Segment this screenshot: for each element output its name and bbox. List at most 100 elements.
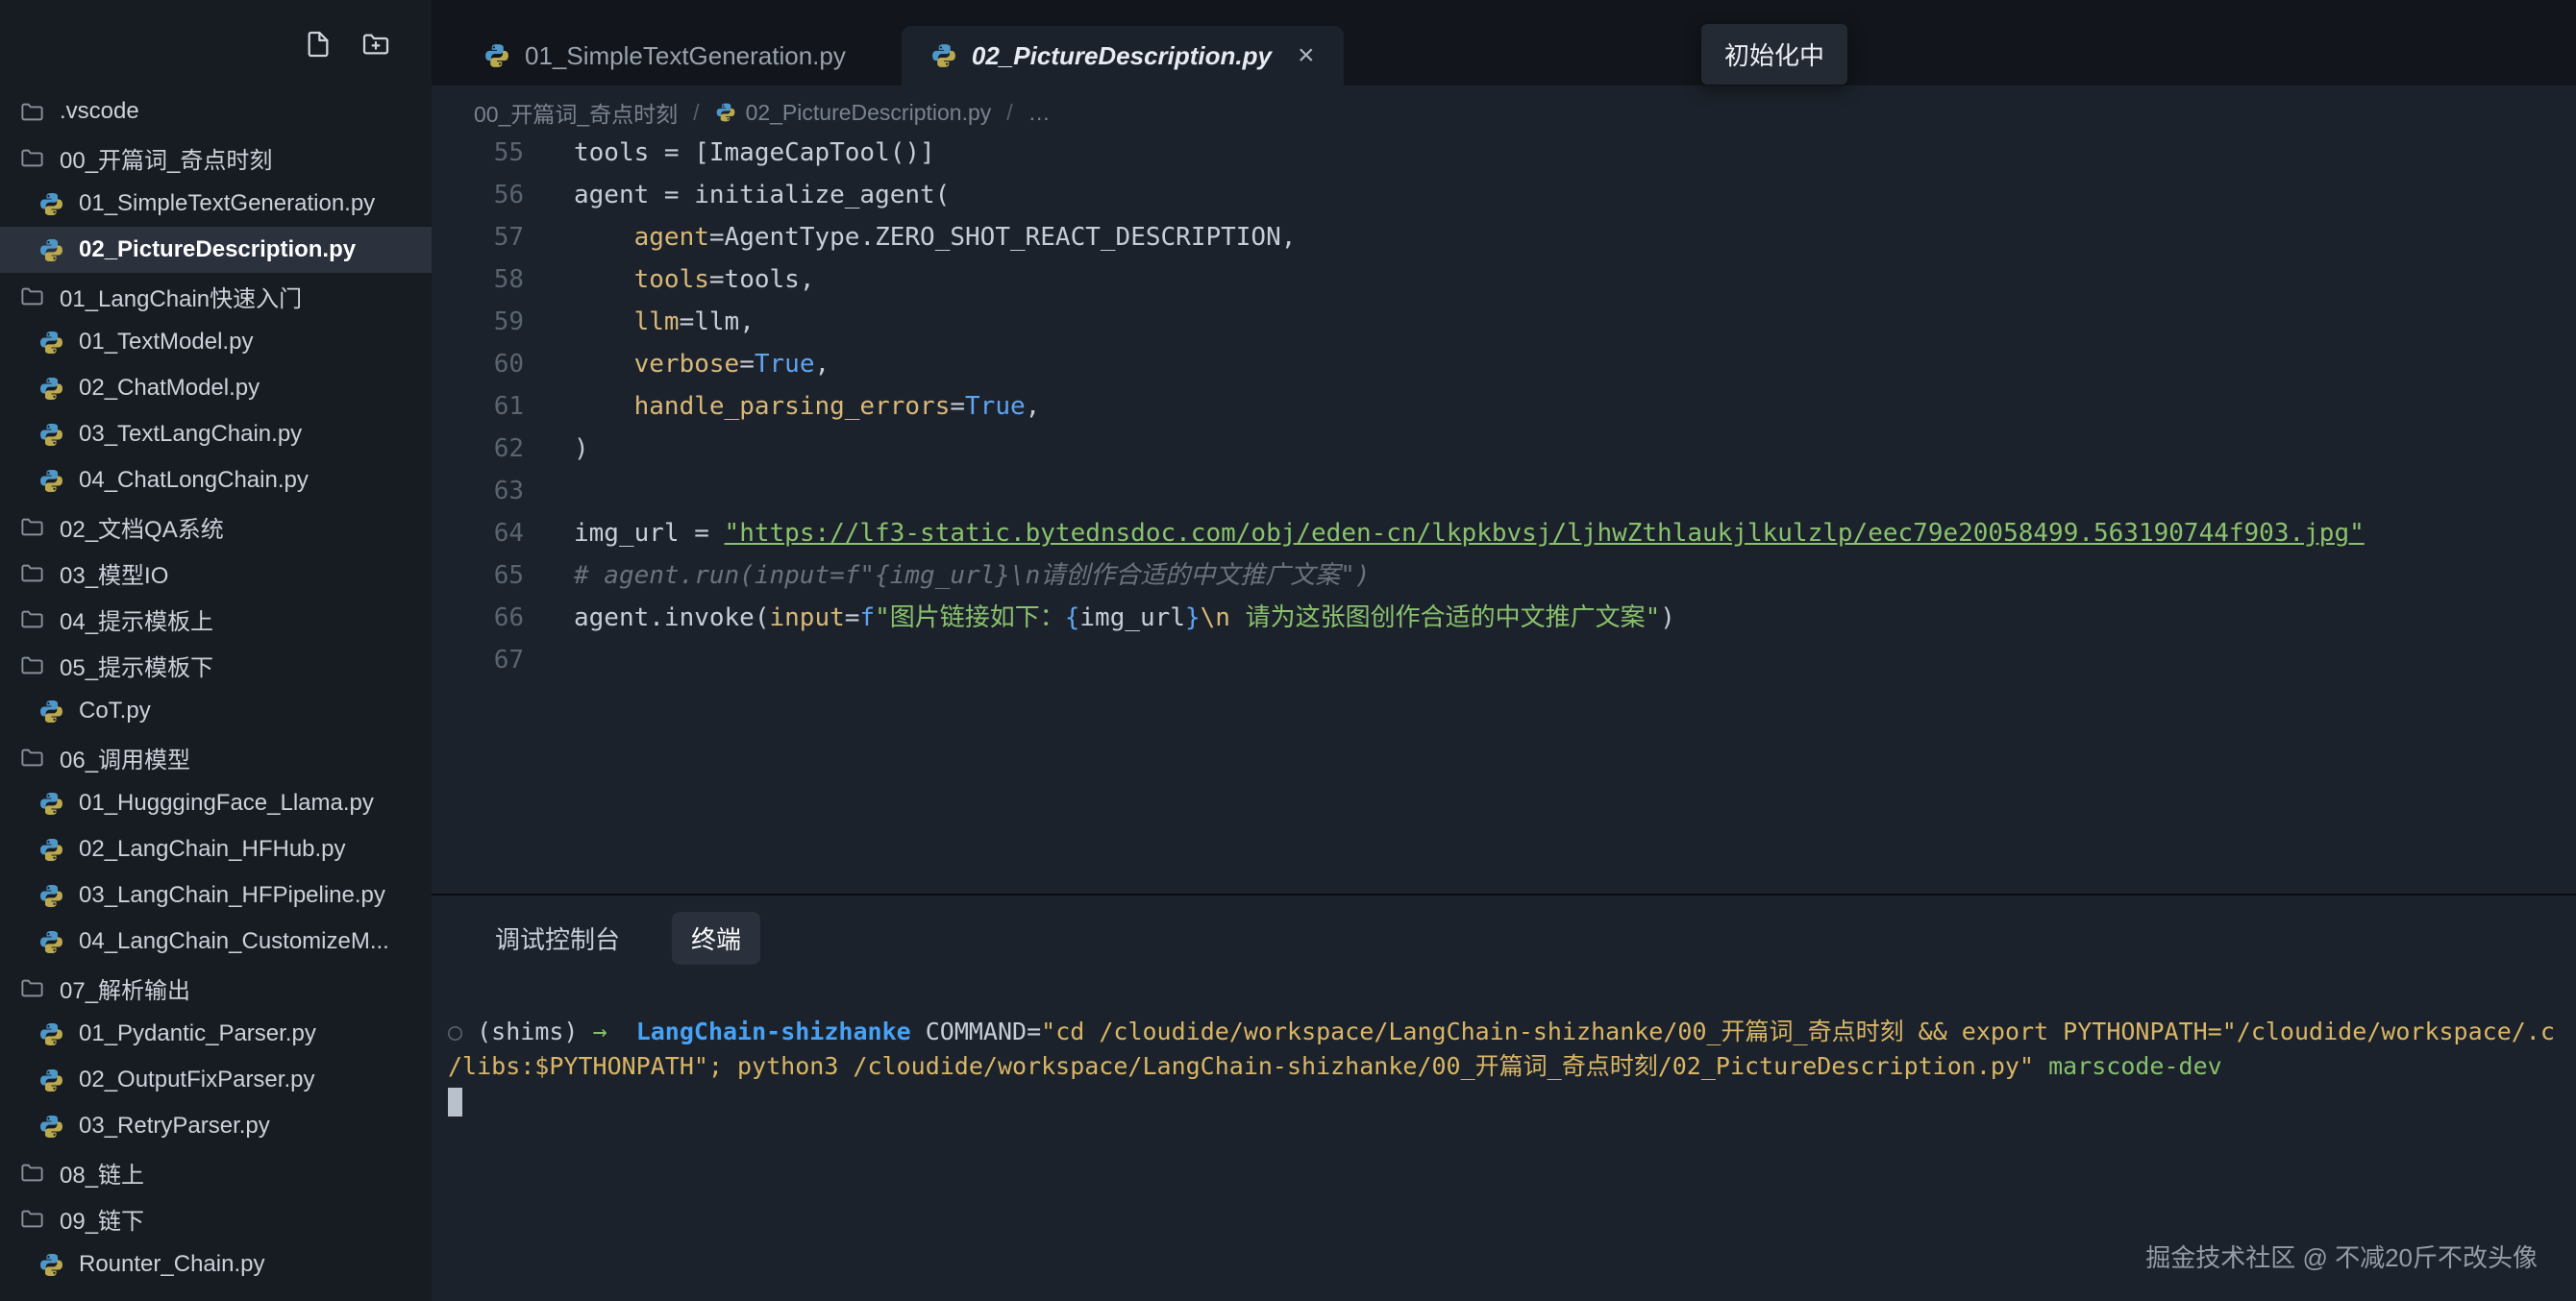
panel-tab-active[interactable]: 终端	[672, 912, 760, 965]
python-icon	[38, 791, 64, 817]
file-item[interactable]: 03_LangChain_HFPipeline.py	[0, 872, 432, 919]
line-number: 59	[432, 301, 524, 343]
folder-icon	[19, 606, 45, 632]
code-token: )	[1660, 603, 1675, 632]
file-item[interactable]: 07_解析输出	[0, 965, 432, 1011]
code-content: 55tools = [ImageCapTool()]56agent = init…	[432, 139, 2576, 681]
line-number: 65	[432, 554, 524, 597]
line-number: 66	[432, 597, 524, 639]
code-token	[574, 265, 634, 294]
file-item-label: 07_解析输出	[60, 971, 190, 1005]
python-icon	[715, 102, 736, 123]
code-token: )	[574, 434, 589, 463]
file-item-label: 05_提示模板下	[60, 649, 213, 682]
breadcrumb-segment[interactable]: …	[1028, 100, 1051, 126]
python-icon	[38, 422, 64, 448]
file-item-label: Rounter_Chain.py	[79, 1251, 264, 1278]
line-number: 64	[432, 512, 524, 554]
code-token: }	[1185, 603, 1201, 632]
code-token: tools = [ImageCapTool()]	[574, 139, 935, 167]
code-token: =llm,	[680, 307, 755, 336]
file-item-label: 03_TextLangChain.py	[79, 421, 302, 448]
file-item-label: 01_SimpleTextGeneration.py	[79, 190, 375, 217]
file-item[interactable]: 06_调用模型	[0, 734, 432, 780]
code-editor[interactable]: 55tools = [ImageCapTool()]56agent = init…	[432, 139, 2576, 894]
file-list: .vscode 00_开篇词_奇点时刻 01_SimpleTextGeneratio…	[0, 88, 432, 1301]
file-item-label: 06_调用模型	[60, 741, 190, 774]
folder-icon	[19, 1160, 45, 1186]
file-item[interactable]: 01_TextModel.py	[0, 319, 432, 365]
code-token	[574, 307, 634, 336]
code-token: {	[1065, 603, 1080, 632]
panel-tab[interactable]: 调试控制台	[476, 912, 639, 965]
new-folder-icon[interactable]	[360, 29, 391, 60]
folder-icon	[19, 145, 45, 171]
close-icon[interactable]: ×	[1298, 41, 1315, 70]
breadcrumb-segment[interactable]: 00_开篇词_奇点时刻	[474, 96, 678, 129]
file-item[interactable]: 04_LangChain_CustomizeM...	[0, 919, 432, 965]
file-item[interactable]: CoT.py	[0, 688, 432, 734]
code-line: 61 handle_parsing_errors=True,	[432, 385, 2576, 428]
file-item[interactable]: 01_HugggingFace_Llama.py	[0, 780, 432, 826]
file-item[interactable]: 02_OutputFixParser.py	[0, 1057, 432, 1103]
file-item[interactable]: 05_提示模板下	[0, 642, 432, 688]
file-item[interactable]: 00_开篇词_奇点时刻	[0, 135, 432, 181]
file-item[interactable]: 02_文档QA系统	[0, 503, 432, 550]
file-item-label: 01_LangChain快速入门	[60, 280, 302, 313]
line-number: 55	[432, 139, 524, 174]
code-link[interactable]: "https://lf3-static.bytednsdoc.com/obj/e…	[725, 519, 2365, 548]
python-icon	[38, 1114, 64, 1140]
file-item[interactable]: 02_ChatModel.py	[0, 365, 432, 411]
file-item[interactable]: 04_ChatLongChain.py	[0, 457, 432, 503]
breadcrumb-segment[interactable]: 02_PictureDescription.py	[715, 100, 992, 126]
code-line: 62)	[432, 428, 2576, 470]
file-item[interactable]: 03_RetryParser.py	[0, 1103, 432, 1149]
file-item[interactable]: 09_链下	[0, 1195, 432, 1241]
file-item[interactable]: 01_SimpleTextGeneration.py	[0, 181, 432, 227]
code-line: 65# agent.run(input=f"{img_url}\n请创作合适的中…	[432, 554, 2576, 597]
file-item[interactable]: Rounter_Chain.py	[0, 1241, 432, 1288]
file-item[interactable]: .vscode	[0, 88, 432, 135]
tab[interactable]: 01_SimpleTextGeneration.py	[455, 26, 875, 86]
file-item-label: 04_提示模板上	[60, 602, 213, 636]
breadcrumb-label: 02_PictureDescription.py	[746, 100, 992, 126]
file-item-selected[interactable]: 02_PictureDescription.py	[0, 227, 432, 273]
ide-window: .vscode 00_开篇词_奇点时刻 01_SimpleTextGeneratio…	[0, 0, 2576, 1301]
file-item[interactable]: 01_LangChain快速入门	[0, 273, 432, 319]
tab-bar: 01_SimpleTextGeneration.py 02_PictureDesc…	[432, 0, 2576, 86]
code-token: "图片链接如下：	[875, 603, 1065, 632]
code-token: tools	[634, 265, 709, 294]
folder-icon	[19, 514, 45, 540]
file-item-label: 01_Pydantic_Parser.py	[79, 1020, 316, 1047]
code-token: ,	[1026, 392, 1041, 421]
code-token: =	[845, 603, 860, 632]
file-item[interactable]: 08_链上	[0, 1149, 432, 1195]
breadcrumb: 00_开篇词_奇点时刻/02_PictureDescription.py/…	[432, 86, 2576, 139]
code-token: input	[770, 603, 845, 632]
code-line: 66agent.invoke(input=f"图片链接如下：{img_url}\…	[432, 597, 2576, 639]
new-file-icon[interactable]	[303, 29, 334, 60]
terminal-token: ○	[448, 1018, 477, 1045]
file-item[interactable]: 02_LangChain_HFHub.py	[0, 826, 432, 872]
code-line: 60 verbose=True,	[432, 343, 2576, 385]
line-number: 57	[432, 216, 524, 258]
file-item[interactable]: 03_TextLangChain.py	[0, 411, 432, 457]
python-icon	[930, 42, 957, 69]
file-item[interactable]: 03_模型IO	[0, 550, 432, 596]
file-item-label: 00_开篇词_奇点时刻	[60, 141, 272, 175]
line-number: 63	[432, 470, 524, 512]
code-token: f	[859, 603, 875, 632]
python-icon	[38, 191, 64, 217]
file-item[interactable]: 04_提示模板上	[0, 596, 432, 642]
folder-icon	[19, 745, 45, 771]
code-line: 63	[432, 470, 2576, 512]
tab-active[interactable]: 02_PictureDescription.py×	[902, 26, 1344, 86]
file-item-label: 03_LangChain_HFPipeline.py	[79, 882, 385, 909]
code-token: agent = initialize_agent(	[574, 181, 950, 209]
terminal-token: COMMAND=	[926, 1018, 1041, 1045]
file-item[interactable]: 01_Pydantic_Parser.py	[0, 1011, 432, 1057]
file-item-label: 01_HugggingFace_Llama.py	[79, 790, 374, 817]
panel-tab-bar: 调试控制台终端	[432, 896, 2576, 963]
terminal-line	[448, 1084, 2566, 1118]
folder-icon	[19, 1206, 45, 1232]
